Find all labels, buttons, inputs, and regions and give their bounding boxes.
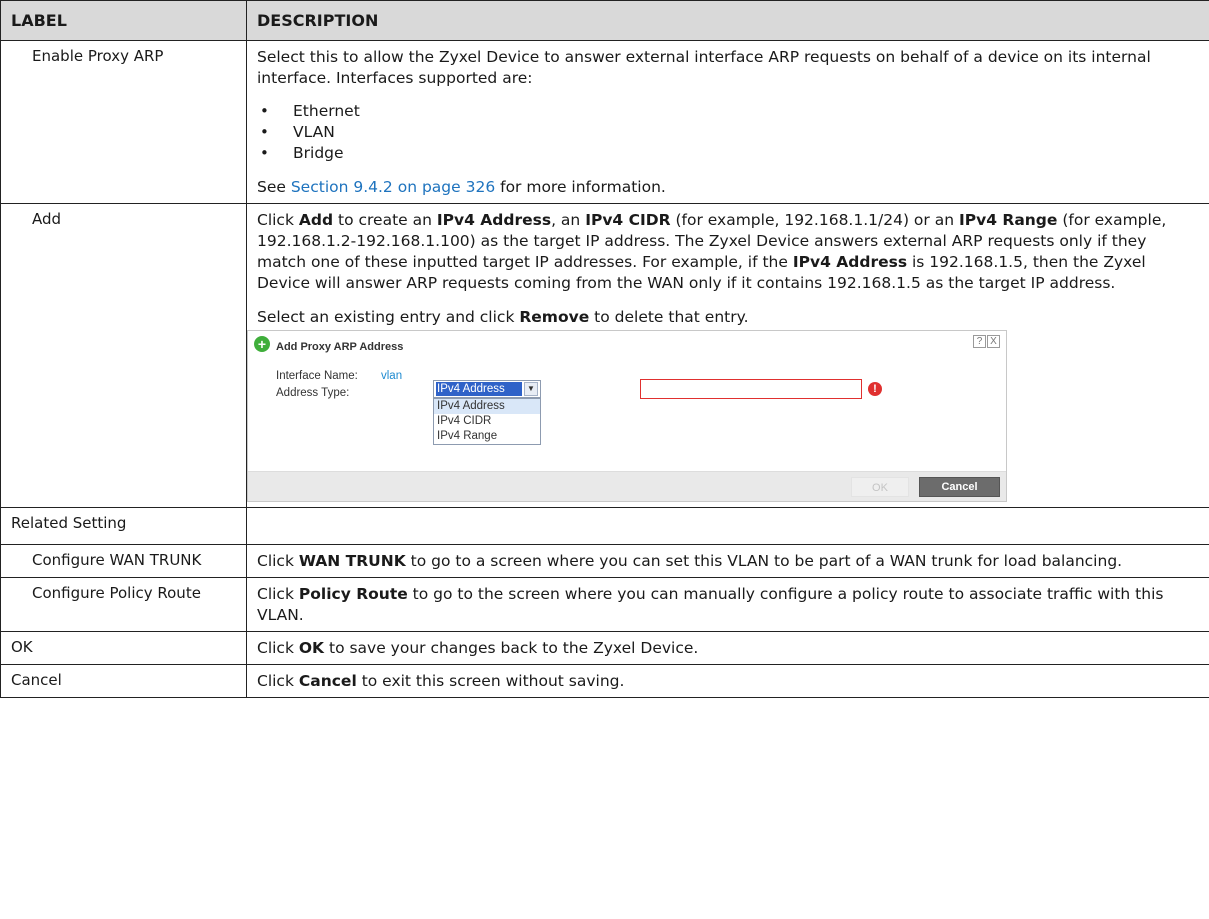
table-row: Enable Proxy ARP Select this to allow th… <box>0 40 1209 204</box>
list-item: Bridge <box>257 143 1199 164</box>
interface-list: Ethernet VLAN Bridge <box>257 101 1199 164</box>
label-header: LABEL <box>0 0 247 41</box>
ok-button[interactable]: OK <box>851 477 909 497</box>
row-desc-add: Click Add to create an IPv4 Address, an … <box>246 203 1209 508</box>
header-row: LABEL DESCRIPTION <box>0 0 1209 41</box>
row-label-add: Add <box>0 203 247 508</box>
chevron-down-icon[interactable]: ▼ <box>524 382 538 396</box>
table-row: Configure WAN TRUNK Click WAN TRUNK to g… <box>0 544 1209 578</box>
dialog-header: + Add Proxy ARP Address ? X <box>248 331 1006 357</box>
table-row: Related Setting <box>0 507 1209 545</box>
proxy-arp-text: Select this to allow the Zyxel Device to… <box>257 48 1151 87</box>
address-type-select[interactable]: IPv4 Address ▼ <box>433 380 541 398</box>
list-item: VLAN <box>257 122 1199 143</box>
row-label-wan-trunk: Configure WAN TRUNK <box>0 544 247 578</box>
close-icon[interactable]: X <box>987 335 1000 348</box>
table-row: OK Click OK to save your changes back to… <box>0 631 1209 665</box>
help-icon[interactable]: ? <box>973 335 986 348</box>
table-row: Add Click Add to create an IPv4 Address,… <box>0 203 1209 508</box>
interface-name-value: vlan <box>381 370 403 382</box>
list-item: Ethernet <box>257 101 1199 122</box>
address-type-options: IPv4 Address IPv4 CIDR IPv4 Range <box>433 398 541 445</box>
row-desc-related-setting <box>246 507 1209 545</box>
row-label-ok: OK <box>0 631 247 665</box>
dialog-footer: OK Cancel <box>248 471 1006 501</box>
row-label-proxy-arp: Enable Proxy ARP <box>0 40 247 204</box>
table-row: Configure Policy Route Click Policy Rout… <box>0 577 1209 632</box>
option-ipv4-cidr[interactable]: IPv4 CIDR <box>434 414 540 429</box>
dialog-controls: ? X <box>973 335 1000 348</box>
row-desc-policy-route: Click Policy Route to go to the screen w… <box>246 577 1209 632</box>
address-type-label: Address Type: <box>276 387 350 399</box>
table-row: Cancel Click Cancel to exit this screen … <box>0 664 1209 698</box>
plus-icon: + <box>254 336 270 352</box>
row-desc-cancel: Click Cancel to exit this screen without… <box>246 664 1209 698</box>
cancel-button[interactable]: Cancel <box>919 477 1000 497</box>
row-label-cancel: Cancel <box>0 664 247 698</box>
dialog-title: Add Proxy ARP Address <box>276 341 404 353</box>
row-label-policy-route: Configure Policy Route <box>0 577 247 632</box>
row-desc-proxy-arp: Select this to allow the Zyxel Device to… <box>246 40 1209 204</box>
row-label-related-setting: Related Setting <box>0 507 247 545</box>
remove-text: Select an existing entry and click Remov… <box>257 308 749 326</box>
error-icon: ! <box>868 382 882 396</box>
address-type-selected: IPv4 Address <box>436 382 522 396</box>
add-text: Click Add to create an IPv4 Address, an … <box>257 211 1167 292</box>
option-ipv4-range[interactable]: IPv4 Range <box>434 429 540 444</box>
address-input[interactable] <box>640 379 862 399</box>
section-link[interactable]: Section 9.4.2 on page 326 <box>291 178 495 196</box>
row-desc-wan-trunk: Click WAN TRUNK to go to a screen where … <box>246 544 1209 578</box>
description-header: DESCRIPTION <box>246 0 1209 41</box>
row-desc-ok: Click OK to save your changes back to th… <box>246 631 1209 665</box>
see-reference: See Section 9.4.2 on page 326 for more i… <box>257 178 666 196</box>
option-ipv4-address[interactable]: IPv4 Address <box>434 399 540 414</box>
add-proxy-arp-dialog: + Add Proxy ARP Address ? X Interface Na… <box>247 330 1007 502</box>
description-table: LABEL DESCRIPTION Enable Proxy ARP Selec… <box>0 0 1209 698</box>
